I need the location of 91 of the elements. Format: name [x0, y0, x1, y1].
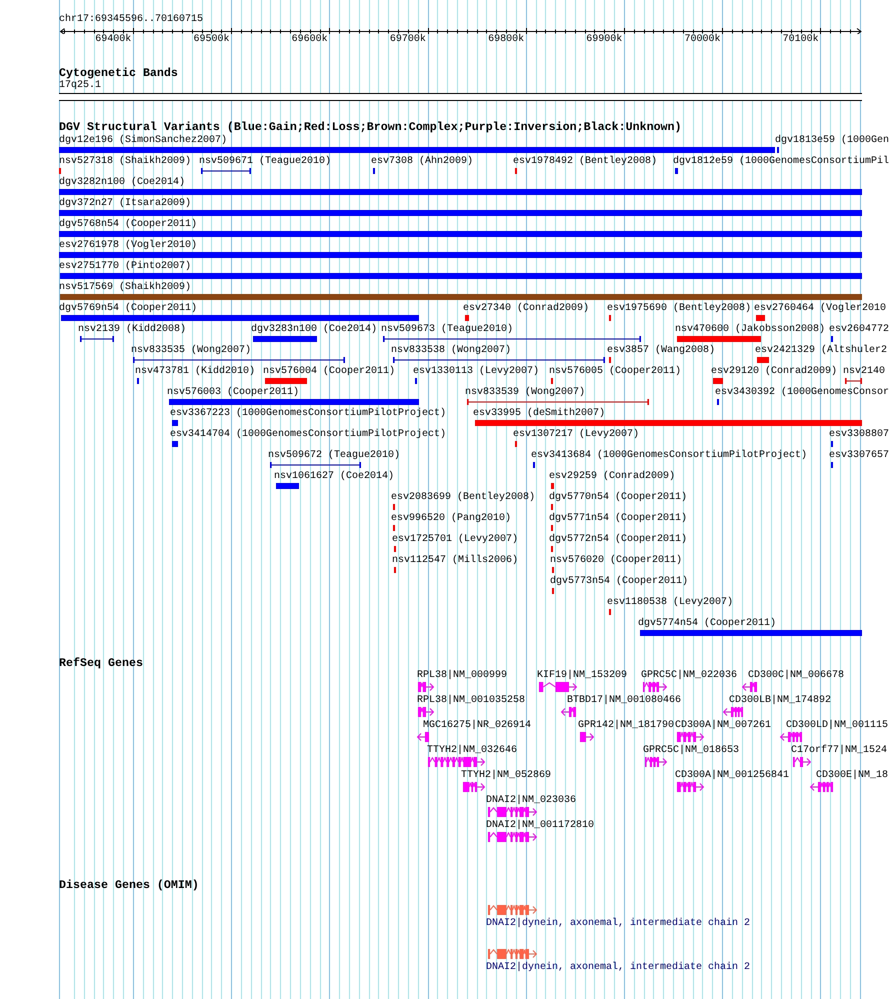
- gene-label: KIF19|NM_153209: [537, 670, 628, 681]
- variant-label: esv3308807: [829, 429, 890, 440]
- variant-label: esv29120 (Conrad2009): [711, 366, 838, 377]
- variant-label: dgv1813e59 (1000Gen: [775, 135, 890, 146]
- variant-label: nsv576020 (Cooper2011): [550, 555, 682, 566]
- variant-label: esv7308 (Ahn2009): [371, 156, 474, 167]
- tick-label: 69400k: [95, 34, 132, 46]
- variant-label: nsv112547 (Mills2006): [392, 555, 518, 566]
- variant-label: esv2761978 (Vogler2010): [59, 240, 198, 251]
- variant-label: nsv2140: [843, 366, 886, 377]
- variant-label: esv3413684 (1000GenomesConsortiumPilotProject): [531, 450, 808, 461]
- variant-label: esv1180538 (Levy2007): [607, 597, 734, 608]
- tick-label: 69700k: [390, 34, 426, 46]
- variant-label: esv3857 (Wang2008): [607, 345, 716, 356]
- variant-label: esv3430392 (1000GenomesConsor: [715, 387, 890, 398]
- tick-label: 69600k: [292, 34, 328, 46]
- variant-label: esv29259 (Conrad2009): [549, 471, 676, 482]
- gene-label: TTYH2|NM_052869: [461, 770, 552, 781]
- variant-label: esv2760464 (Vogler2010: [754, 303, 886, 314]
- tick-label: 69800k: [488, 34, 524, 46]
- gene-label: C17orf77|NM_1524: [791, 745, 888, 756]
- gene-label: GPRC5C|NM_018653: [643, 745, 740, 756]
- variant-label: dgv5770n54 (Cooper2011): [549, 492, 688, 503]
- tick-label: 70000k: [684, 34, 720, 46]
- gene-label: CD300C|NM_006678: [748, 670, 844, 681]
- gene-label: CD300LB|NM_174892: [729, 695, 832, 706]
- variant-label: nsv527318 (Shaikh2009): [59, 156, 192, 167]
- variant-label: nsv576003 (Cooper2011): [167, 387, 300, 398]
- variant-label: esv1330113 (Levy2007): [413, 366, 540, 377]
- variant-label: dgv5769n54 (Cooper2011): [59, 303, 198, 314]
- track-title: DGV Structural Variants (Blue:Gain;Red:Loss;Brown:Complex;Purple:Inversion;Black:Unknown): [59, 121, 682, 134]
- variant-label: esv2421329 (Altshuler2: [755, 345, 888, 356]
- variant-label: nsv509673 (Teague2010): [381, 324, 514, 335]
- variant-label: esv27340 (Conrad2009): [463, 303, 590, 314]
- variant-label: esv3414704 (1000GenomesConsortiumPilotProject): [170, 429, 446, 440]
- gene-label: TTYH2|NM_032646: [427, 745, 518, 756]
- variant-label: esv2604772: [829, 324, 890, 335]
- variant-label: nsv576005 (Cooper2011): [549, 366, 682, 377]
- variant-label: nsv509671 (Teague2010): [199, 156, 332, 167]
- variant-label: esv2751770 (Pinto2007): [59, 261, 192, 272]
- variant-label: dgv5768n54 (Cooper2011): [59, 219, 198, 230]
- track-title: RefSeq Genes: [59, 657, 143, 670]
- variant-label: dgv372n27 (Itsara2009): [59, 198, 192, 209]
- variant-label: esv1307217 (Levy2007): [513, 429, 640, 440]
- gene-label: RPL38|NM_000999: [417, 670, 508, 681]
- disease-gene-label: DNAI2|dynein, axonemal, intermediate chain 2: [486, 918, 750, 929]
- gene-label: RPL38|NM_001035258: [417, 695, 526, 706]
- disease-gene-label: DNAI2|dynein, axonemal, intermediate chain 2: [486, 962, 750, 973]
- variant-label: esv3367223 (1000GenomesConsortiumPilotProject): [170, 408, 446, 419]
- variant-label: dgv5772n54 (Cooper2011): [549, 534, 688, 545]
- gene-label: BTBD17|NM_001080466: [567, 695, 682, 706]
- gene-label: CD300A|NM_001256841: [675, 770, 790, 781]
- band-label: 17q25.1: [59, 80, 102, 92]
- variant-label: esv2083699 (Bentley2008): [391, 492, 536, 503]
- track-title: Disease Genes (OMIM): [59, 879, 199, 892]
- variant-label: esv3307657: [829, 450, 890, 461]
- variant-label: nsv833539 (Wong2007): [465, 387, 586, 398]
- variant-label: esv1975690 (Bentley2008): [607, 303, 752, 314]
- variant-label: dgv5771n54 (Cooper2011): [549, 513, 688, 524]
- variant-label: dgv3282n100 (Coe2014): [59, 177, 186, 188]
- variant-label: dgv12e196 (SimonSanchez2007): [59, 135, 228, 146]
- variant-label: esv996520 (Pang2010): [391, 513, 512, 524]
- variant-label: nsv517569 (Shaikh2009): [59, 282, 192, 293]
- gene-label: CD300E|NM_18: [816, 770, 888, 781]
- variant-label: nsv576004 (Cooper2011): [263, 366, 396, 377]
- variant-label: esv1725701 (Levy2007): [392, 534, 518, 545]
- gene-label: DNAI2|NM_001172810: [486, 820, 594, 831]
- tick-label: 69500k: [194, 34, 230, 46]
- variant-label: dgv3283n100 (Coe2014): [251, 324, 378, 335]
- tick-label: 70100k: [782, 34, 819, 46]
- track-title: Cytogenetic Bands: [59, 67, 178, 80]
- gene-label: GPR142|NM_181790: [578, 720, 674, 731]
- gene-label: CD300LD|NM_001115: [786, 720, 888, 731]
- variant-label: nsv833538 (Wong2007): [391, 345, 512, 356]
- region-label: chr17:69345596..70160715: [59, 14, 204, 26]
- gene-label: CD300A|NM_007261: [675, 720, 772, 731]
- gene-label: DNAI2|NM_023036: [486, 795, 576, 806]
- variant-label: dgv1812e59 (1000GenomesConsortiumPil: [673, 156, 890, 167]
- variant-label: nsv470600 (Jakobsson2008): [675, 324, 826, 335]
- variant-label: nsv509672 (Teague2010): [268, 450, 400, 461]
- variant-label: esv33995 (deSmith2007): [473, 408, 606, 419]
- variant-label: nsv2139 (Kidd2008): [78, 324, 186, 335]
- variant-label: dgv5774n54 (Cooper2011): [638, 618, 776, 629]
- variant-label: nsv473781 (Kidd2010): [135, 366, 256, 377]
- variant-label: nsv833535 (Wong2007): [131, 345, 252, 356]
- gene-label: MGC16275|NR_026914: [423, 720, 532, 731]
- variant-label: nsv1061627 (Coe2014): [274, 471, 394, 482]
- tick-label: 69900k: [586, 34, 622, 46]
- variant-label: dgv5773n54 (Cooper2011): [550, 576, 688, 587]
- variant-label: esv1978492 (Bentley2008): [513, 156, 658, 167]
- gene-label: GPRC5C|NM_022036: [641, 670, 738, 681]
